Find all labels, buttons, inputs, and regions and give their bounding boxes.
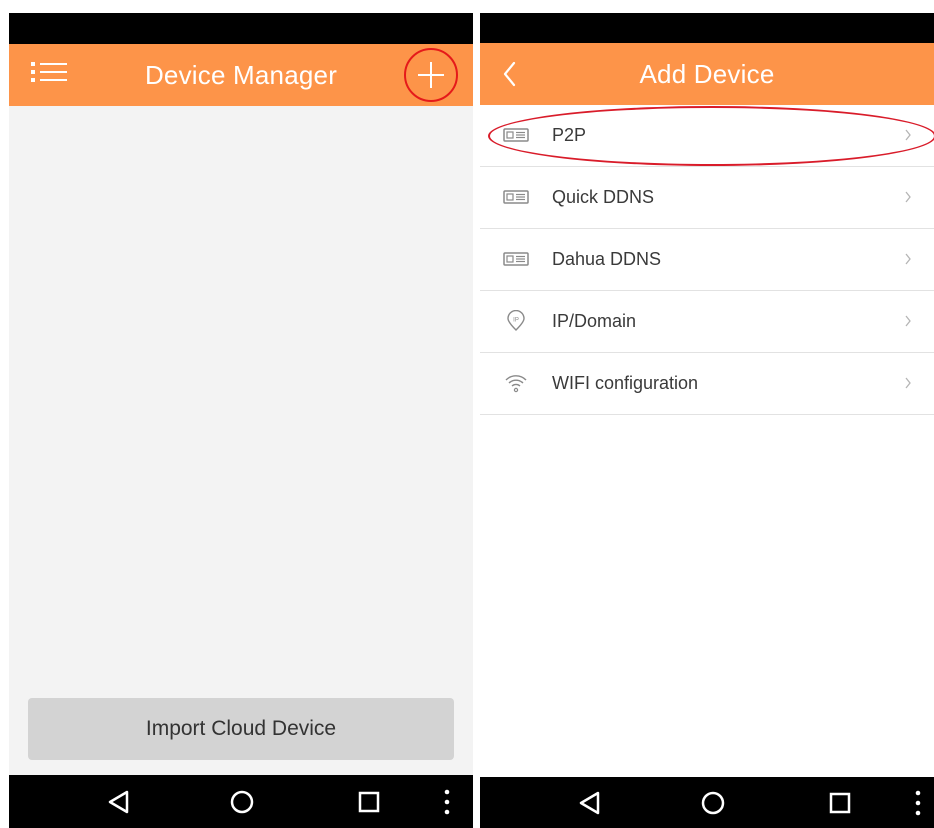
chevron-right-icon bbox=[905, 129, 911, 141]
device-card-icon bbox=[503, 252, 529, 266]
status-bar bbox=[9, 13, 473, 44]
back-triangle-icon bbox=[108, 790, 129, 814]
ip-pin-icon: IP bbox=[507, 310, 525, 331]
home-circle-icon bbox=[701, 791, 725, 815]
list-item-wifi-configuration[interactable]: WIFI configuration bbox=[480, 353, 934, 415]
plus-icon bbox=[418, 62, 444, 88]
recent-apps-square-icon bbox=[829, 792, 851, 814]
status-bar bbox=[480, 13, 934, 43]
nav-home-button[interactable] bbox=[222, 775, 262, 828]
chevron-right-icon bbox=[905, 191, 911, 203]
nav-recent-apps-button[interactable] bbox=[820, 777, 860, 828]
more-dots-icon bbox=[444, 789, 450, 815]
wifi-icon bbox=[505, 375, 527, 393]
add-device-options-list: P2P Quick DDNS Dahua DDNS IP IP/Domain W… bbox=[480, 105, 934, 415]
chevron-right-icon bbox=[905, 377, 911, 389]
svg-text:IP: IP bbox=[513, 318, 519, 324]
add-device-screen: Add Device P2P Quick DDNS Dahua DDNS IP … bbox=[480, 13, 934, 828]
nav-more-button[interactable] bbox=[437, 775, 457, 828]
import-cloud-device-button[interactable]: Import Cloud Device bbox=[28, 698, 454, 760]
device-card-icon bbox=[503, 190, 529, 204]
nav-recent-apps-button[interactable] bbox=[349, 775, 389, 828]
device-manager-screen: Device Manager Import Cloud Device bbox=[9, 13, 473, 828]
list-item-label: Quick DDNS bbox=[552, 187, 655, 207]
chevron-right-icon bbox=[905, 315, 911, 327]
list-item-label: WIFI configuration bbox=[552, 373, 699, 393]
chevron-right-icon bbox=[905, 253, 911, 265]
home-circle-icon bbox=[230, 790, 254, 814]
add-device-button[interactable] bbox=[404, 48, 458, 102]
list-item-label: Dahua DDNS bbox=[552, 249, 662, 269]
list-item-ip-domain[interactable]: IP IP/Domain bbox=[480, 291, 934, 353]
list-item-label: P2P bbox=[552, 125, 587, 145]
system-nav-bar bbox=[9, 775, 473, 828]
system-nav-bar bbox=[480, 777, 934, 828]
nav-back-button[interactable] bbox=[568, 777, 608, 828]
list-item-dahua-ddns[interactable]: Dahua DDNS bbox=[480, 229, 934, 291]
screenshot-root: Device Manager Import Cloud Device Add D… bbox=[0, 0, 934, 828]
list-item-label: IP/Domain bbox=[552, 311, 637, 331]
list-item-quick-ddns[interactable]: Quick DDNS bbox=[480, 167, 934, 229]
app-bar: Add Device bbox=[480, 43, 934, 105]
nav-back-button[interactable] bbox=[97, 775, 137, 828]
nav-home-button[interactable] bbox=[693, 777, 733, 828]
nav-more-button[interactable] bbox=[908, 777, 928, 828]
list-item-p2p[interactable]: P2P bbox=[480, 105, 934, 167]
recent-apps-square-icon bbox=[358, 791, 380, 813]
more-dots-icon bbox=[915, 790, 921, 816]
back-triangle-icon bbox=[579, 791, 600, 815]
page-title: Add Device bbox=[639, 59, 775, 89]
app-bar: Device Manager bbox=[9, 44, 473, 106]
device-card-icon bbox=[503, 128, 529, 142]
